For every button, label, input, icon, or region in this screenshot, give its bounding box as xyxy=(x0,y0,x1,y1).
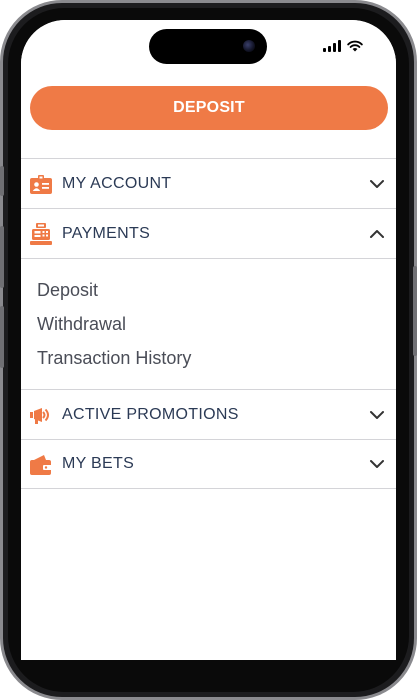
chevron-down-icon xyxy=(370,460,384,468)
chevron-up-icon xyxy=(370,229,384,238)
menu-item-label: PAYMENTS xyxy=(62,224,151,242)
megaphone-icon xyxy=(30,404,52,426)
chevron-down-icon xyxy=(370,410,384,419)
dynamic-island xyxy=(149,29,267,64)
wallet-icon xyxy=(30,453,52,475)
side-button-left-2 xyxy=(0,226,4,288)
status-bar xyxy=(21,20,396,72)
menu-item-my-account[interactable]: MY ACCOUNT xyxy=(21,158,396,208)
menu-item-active-promotions[interactable]: ACTIVE PROMOTIONS xyxy=(21,389,396,439)
menu-item-label: MY ACCOUNT xyxy=(62,174,172,192)
menu-item-label: MY BETS xyxy=(62,455,135,472)
phone-screen: DEPOSIT MY ACCOUNT PAYMENTS Deposit With… xyxy=(21,20,396,660)
account-card-icon xyxy=(30,173,52,195)
deposit-button[interactable]: DEPOSIT xyxy=(30,86,388,130)
menu-item-label: ACTIVE PROMOTIONS xyxy=(62,405,239,423)
submenu-item-deposit[interactable]: Deposit xyxy=(37,280,98,301)
side-button-right xyxy=(413,266,417,356)
menu-item-payments[interactable]: PAYMENTS xyxy=(21,208,396,258)
side-button-left-3 xyxy=(0,306,4,368)
payments-submenu: Deposit Withdrawal Transaction History xyxy=(21,258,396,389)
chevron-down-icon xyxy=(370,179,384,188)
wifi-icon xyxy=(347,40,363,52)
signal-icon xyxy=(323,40,341,52)
submenu-item-transaction-history[interactable]: Transaction History xyxy=(37,348,191,369)
cash-register-icon xyxy=(30,222,52,245)
menu-item-my-bets[interactable]: MY BETS xyxy=(21,439,396,489)
side-menu: MY ACCOUNT PAYMENTS Deposit Withdrawal T… xyxy=(21,158,396,489)
submenu-item-withdrawal[interactable]: Withdrawal xyxy=(37,314,126,335)
camera-icon xyxy=(243,40,255,52)
status-icons xyxy=(323,40,363,52)
side-button-left-1 xyxy=(0,166,4,196)
